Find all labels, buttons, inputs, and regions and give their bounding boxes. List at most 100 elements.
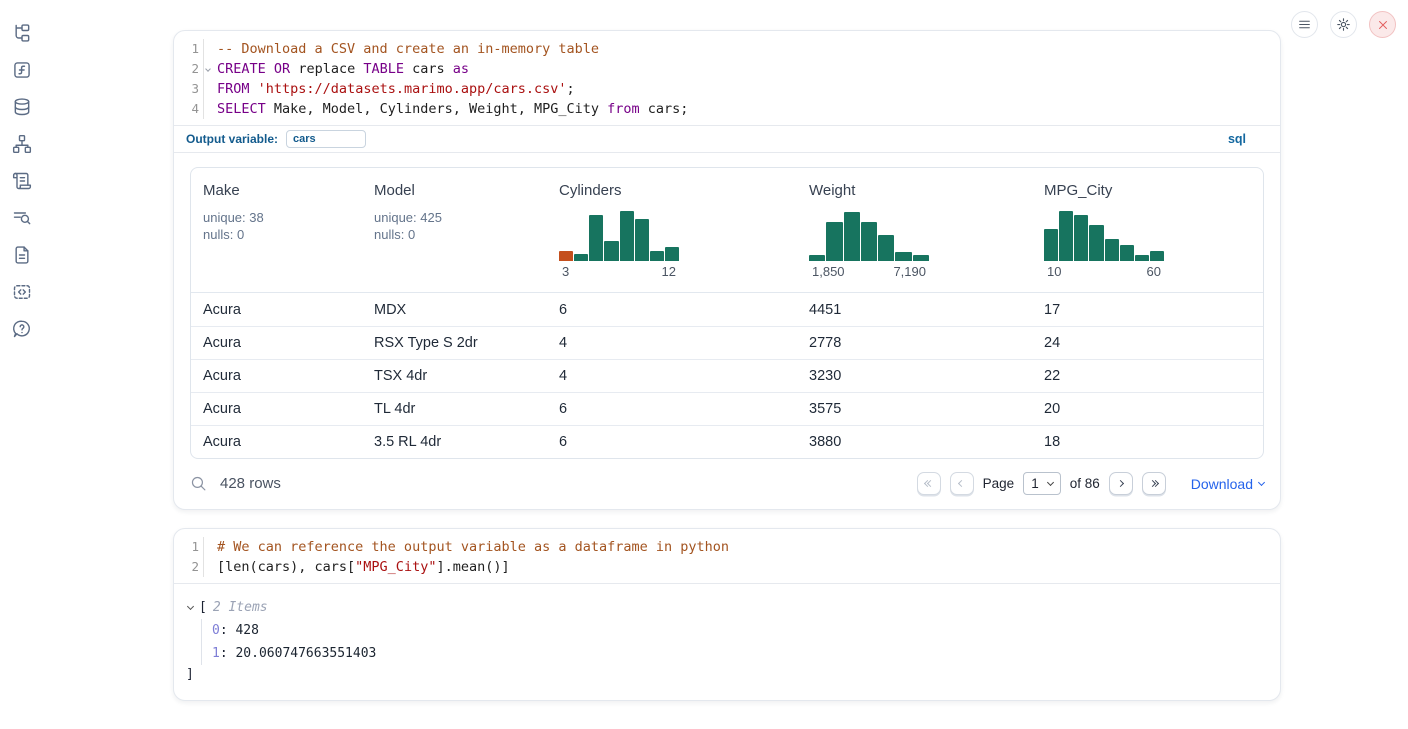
item-value: 428 — [235, 623, 258, 638]
download-label: Download — [1191, 476, 1253, 492]
hist-bar — [1135, 255, 1149, 261]
item-value: 20.060747663551403 — [235, 646, 376, 661]
table-row[interactable]: AcuraTSX 4dr4323022 — [191, 359, 1263, 392]
scratchpad-icon[interactable] — [12, 170, 33, 191]
column-header-model[interactable]: Modelunique: 425nulls: 0 — [362, 182, 547, 284]
column-header-make[interactable]: Makeunique: 38nulls: 0 — [191, 182, 362, 284]
snippets-icon[interactable] — [12, 281, 33, 302]
file-explorer-icon[interactable] — [12, 22, 33, 43]
table-cell: 2778 — [797, 335, 1032, 351]
output-list-item: 1: 20.060747663551403 — [212, 642, 1264, 665]
result-table: Makeunique: 38nulls: 0Modelunique: 425nu… — [190, 167, 1264, 459]
chevron-down-icon — [1047, 478, 1054, 485]
code-line[interactable]: 1# We can reference the output variable … — [174, 537, 1280, 557]
code-token: TABLE — [363, 61, 404, 77]
column-title: Make — [203, 182, 362, 199]
table-cell: Acura — [191, 368, 362, 384]
hist-min-label: 1,850 — [812, 264, 845, 279]
python-output: [ 2 Items 0: 4281: 20.060747663551403 ] — [174, 583, 1280, 700]
table-cell: 18 — [1032, 434, 1263, 450]
first-page-button[interactable] — [917, 472, 941, 495]
settings-button[interactable] — [1330, 11, 1357, 38]
code-token: ].mean()] — [436, 559, 509, 575]
line-number: 3 — [174, 79, 204, 99]
line-number: 4 — [174, 99, 204, 119]
code-token: 'https://datasets.marimo.app/cars.csv' — [258, 81, 567, 97]
last-page-button[interactable] — [1142, 472, 1166, 495]
column-header-mpg_city[interactable]: MPG_City1060 — [1032, 182, 1263, 284]
hist-bar — [826, 222, 842, 261]
output-variable-label: Output variable: — [186, 132, 278, 146]
hist-axis-labels: 312 — [559, 261, 679, 279]
language-badge: sql — [1228, 132, 1246, 146]
code-line[interactable]: 2[len(cars), cars["MPG_City"].mean()] — [174, 557, 1280, 577]
hist-bar — [650, 251, 664, 261]
hist-axis-labels: 1060 — [1044, 261, 1164, 279]
code-token: [len(cars), cars[ — [217, 559, 355, 575]
table-cell: RSX Type S 2dr — [362, 335, 547, 351]
code-line[interactable]: 4 SELECT Make, Model, Cylinders, Weight, … — [174, 99, 1280, 119]
table-cell: 6 — [547, 302, 797, 318]
datasources-icon[interactable] — [12, 96, 33, 117]
table-cell: Acura — [191, 335, 362, 351]
column-title: Cylinders — [559, 182, 797, 199]
dependency-graph-icon[interactable] — [12, 133, 33, 154]
table-cell: MDX — [362, 302, 547, 318]
collapse-chevron-icon[interactable] — [187, 603, 194, 610]
table-cell: 3575 — [797, 401, 1032, 417]
column-header-weight[interactable]: Weight 1,850 7,190 — [797, 182, 1032, 284]
table-cell: 4 — [547, 368, 797, 384]
output-tree-body: 0: 4281: 20.060747663551403 — [201, 619, 1264, 665]
code-line[interactable]: 1-- Download a CSV and create an in-memo… — [174, 39, 1280, 59]
table-row[interactable]: AcuraRSX Type S 2dr4277824 — [191, 326, 1263, 359]
logs-icon[interactable] — [12, 207, 33, 228]
python-code-editor[interactable]: 1# We can reference the output variable … — [174, 529, 1280, 583]
page-select-value: 1 — [1031, 476, 1039, 491]
hist-bar — [861, 222, 877, 261]
code-token: Make, Model, Cylinders, Weight, MPG_City — [266, 101, 607, 117]
column-header-cylinders[interactable]: Cylinders 312 — [547, 182, 797, 284]
table-cell: 20 — [1032, 401, 1263, 417]
table-cell: 3230 — [797, 368, 1032, 384]
chevrons-left-icon — [925, 481, 933, 486]
chevron-right-icon — [1117, 480, 1124, 487]
code-token: cars; — [640, 101, 689, 117]
shutdown-button[interactable] — [1369, 11, 1396, 38]
download-button[interactable]: Download — [1191, 476, 1264, 492]
notebook: 1-- Download a CSV and create an in-memo… — [173, 30, 1281, 701]
table-cell: Acura — [191, 434, 362, 450]
hist-bar — [665, 247, 679, 261]
hist-max-label: 12 — [662, 264, 676, 279]
item-index: 0 — [212, 623, 220, 638]
hist-max-label: 7,190 — [893, 264, 926, 279]
table-cell: 17 — [1032, 302, 1263, 318]
search-icon[interactable] — [190, 475, 207, 492]
python-cell: 1# We can reference the output variable … — [173, 528, 1281, 701]
variables-icon[interactable] — [12, 59, 33, 80]
code-token: replace — [290, 61, 363, 77]
column-title: Model — [374, 182, 547, 199]
output-variable-input[interactable] — [286, 130, 366, 148]
table-cell: 24 — [1032, 335, 1263, 351]
sql-code-editor[interactable]: 1-- Download a CSV and create an in-memo… — [174, 31, 1280, 125]
code-line[interactable]: 2CREATE OR replace TABLE cars as — [174, 59, 1280, 79]
table-row[interactable]: Acura3.5 RL 4dr6388018 — [191, 425, 1263, 458]
pagination: Page 1 of 86 Download — [917, 472, 1264, 495]
page-select[interactable]: 1 — [1023, 472, 1061, 495]
help-icon[interactable] — [12, 318, 33, 339]
table-row[interactable]: AcuraMDX6445117 — [191, 293, 1263, 326]
sql-cell: 1-- Download a CSV and create an in-memo… — [173, 30, 1281, 510]
documentation-icon[interactable] — [12, 244, 33, 265]
table-row[interactable]: AcuraTL 4dr6357520 — [191, 392, 1263, 425]
code-line[interactable]: 3 FROM 'https://datasets.marimo.app/cars.… — [174, 79, 1280, 99]
hist-bar — [1105, 239, 1119, 261]
code-token: SELECT — [217, 101, 266, 117]
code-token: FROM — [217, 81, 250, 97]
next-page-button[interactable] — [1109, 472, 1133, 495]
column-title: Weight — [809, 182, 1032, 199]
hist-bar — [809, 255, 825, 261]
hist-bar — [1059, 211, 1073, 261]
previous-page-button[interactable] — [950, 472, 974, 495]
menu-button[interactable] — [1291, 11, 1318, 38]
hist-bar — [844, 212, 860, 261]
